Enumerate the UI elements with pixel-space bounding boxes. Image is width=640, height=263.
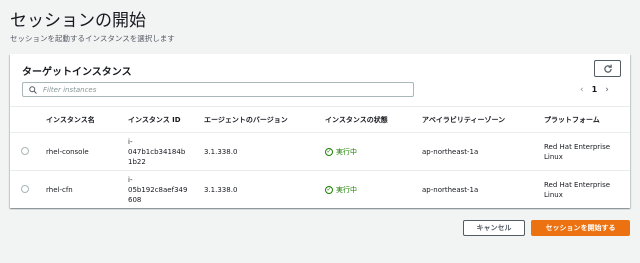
column-header-platform[interactable]: プラットフォーム bbox=[538, 106, 630, 133]
instance-state: ✓ 実行中 bbox=[319, 171, 416, 209]
table-row[interactable]: rhel-console i- 047b1cb34184b 1b22 3.1.3… bbox=[10, 132, 630, 171]
panel-title: ターゲットインスタンス bbox=[22, 67, 132, 78]
previous-page-icon[interactable]: ‹ bbox=[580, 85, 584, 95]
agent-version: 3.1.338.0 bbox=[198, 132, 319, 171]
refresh-button[interactable] bbox=[594, 60, 621, 77]
instance-state-label: 実行中 bbox=[336, 147, 357, 156]
select-column-header bbox=[10, 106, 40, 133]
instance-id-line: i- bbox=[128, 137, 133, 146]
platform: Red Hat Enterprise Linux bbox=[544, 180, 611, 199]
instance-name: rhel-console bbox=[40, 132, 122, 171]
instance-radio[interactable] bbox=[21, 146, 29, 155]
instances-table: インスタンス名 インスタンス ID エージェントのバージョン インスタンスの状態… bbox=[10, 106, 630, 209]
instance-state-label: 実行中 bbox=[336, 185, 357, 194]
next-page-icon[interactable]: › bbox=[605, 85, 609, 95]
column-header-agent-version[interactable]: エージェントのバージョン bbox=[198, 106, 319, 133]
refresh-icon bbox=[603, 64, 612, 73]
table-row[interactable]: rhel-cfn i- 05b192c8aef349 608 3.1.338.0… bbox=[10, 171, 630, 209]
search-icon bbox=[29, 85, 37, 94]
instance-id: i- 047b1cb34184b 1b22 bbox=[122, 132, 198, 171]
availability-zone: ap-northeast-1a bbox=[416, 132, 538, 171]
target-instances-panel: ターゲットインスタンス ‹ 1 › インスタンス名 インスタンス ID エージェ… bbox=[10, 54, 630, 208]
platform: Red Hat Enterprise Linux bbox=[538, 132, 630, 171]
instance-id: i- 05b192c8aef349 608 bbox=[122, 171, 198, 209]
start-session-button[interactable]: セッションを開始する bbox=[531, 220, 630, 236]
column-header-availability-zone[interactable]: アベイラビリティーゾーン bbox=[416, 106, 538, 133]
instance-id-line: 1b22 bbox=[128, 157, 146, 166]
instance-state: ✓ 実行中 bbox=[319, 132, 416, 171]
check-circle-icon: ✓ bbox=[325, 185, 333, 194]
filter-instances-input[interactable] bbox=[43, 85, 403, 94]
instance-id-line: 05b192c8aef349 bbox=[128, 185, 188, 194]
instance-id-line: i- bbox=[128, 175, 133, 184]
page-title: セッションの開始 bbox=[10, 11, 146, 31]
column-header-name[interactable]: インスタンス名 bbox=[40, 106, 122, 133]
instance-id-line: 047b1cb34184b bbox=[128, 147, 186, 156]
agent-version: 3.1.338.0 bbox=[204, 185, 238, 194]
instance-id-line: 608 bbox=[128, 195, 142, 204]
table-header-row: インスタンス名 インスタンス ID エージェントのバージョン インスタンスの状態… bbox=[10, 106, 630, 133]
filter-instances-field[interactable] bbox=[22, 82, 414, 97]
cancel-button[interactable]: キャンセル bbox=[463, 220, 525, 236]
availability-zone: ap-northeast-1a bbox=[422, 185, 479, 194]
column-header-instance-id[interactable]: インスタンス ID bbox=[122, 106, 198, 133]
instance-name: rhel-cfn bbox=[46, 185, 73, 194]
current-page-number[interactable]: 1 bbox=[592, 85, 598, 94]
column-header-instance-state[interactable]: インスタンスの状態 bbox=[319, 106, 416, 133]
instance-radio[interactable] bbox=[21, 184, 29, 193]
page-description: セッションを起動するインスタンスを選択します bbox=[10, 34, 175, 43]
pagination: ‹ 1 › bbox=[580, 82, 609, 97]
check-circle-icon: ✓ bbox=[325, 147, 333, 156]
